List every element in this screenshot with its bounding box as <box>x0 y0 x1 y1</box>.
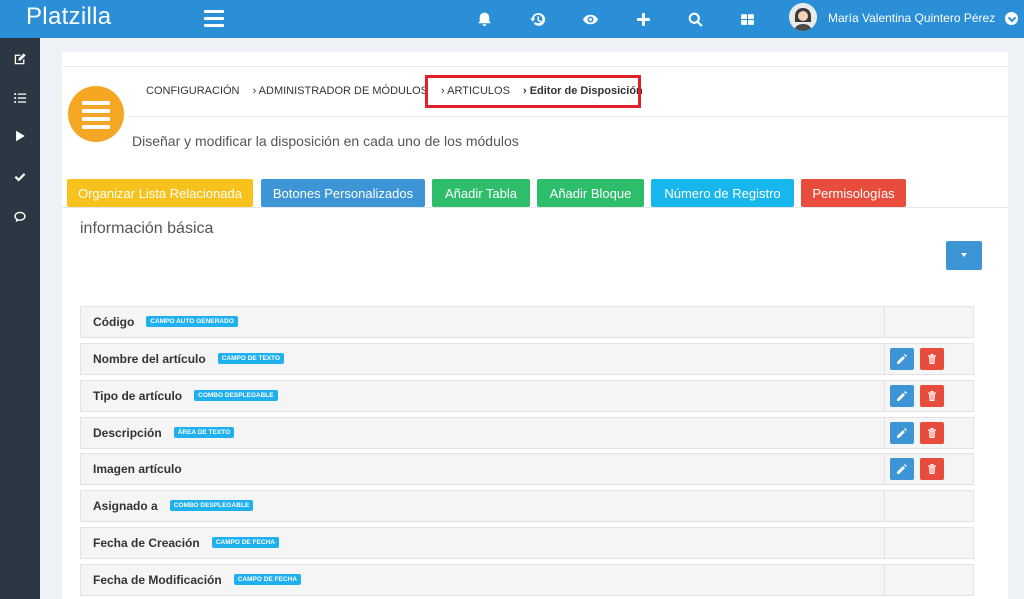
eye-icon[interactable] <box>577 6 603 32</box>
record-number-button[interactable]: Número de Registro <box>651 179 794 207</box>
divider <box>62 66 1008 67</box>
trash-icon <box>928 391 936 401</box>
field-label: Imagen artículo <box>93 462 182 476</box>
field-type-badge: CAMPO DE TEXTO <box>217 353 285 365</box>
delete-field-button[interactable] <box>920 422 944 444</box>
field-row[interactable]: Tipo de artículo COMBO DESPLEGABLE <box>80 380 974 412</box>
field-type-badge: CAMPO DE FECHA <box>211 537 279 549</box>
user-avatar[interactable] <box>789 3 817 31</box>
field-label: Nombre del artículo <box>93 352 206 366</box>
add-block-button[interactable]: Añadir Bloque <box>537 179 644 207</box>
section-dropdown-button[interactable] <box>946 241 982 270</box>
field-type-badge: COMBO DESPLEGABLE <box>194 390 278 402</box>
search-icon[interactable] <box>682 6 708 32</box>
brand-logo[interactable]: Platzilla <box>26 3 111 31</box>
row-actions <box>884 454 973 484</box>
field-row[interactable]: Asignado a COMBO DESPLEGABLE <box>80 490 974 522</box>
trash-icon <box>928 428 936 438</box>
organize-related-list-button[interactable]: Organizar Lista Relacionada <box>67 179 253 207</box>
top-bar: Platzilla María Valentina Quintero Pérez <box>0 0 1024 38</box>
field-label: Tipo de artículo <box>93 389 183 403</box>
field-row[interactable]: Nombre del artículo CAMPO DE TEXTO <box>80 343 974 375</box>
pencil-icon <box>897 428 907 438</box>
pencil-icon <box>897 464 907 474</box>
play-icon[interactable] <box>0 119 40 153</box>
add-table-button[interactable]: Añadir Tabla <box>432 179 530 207</box>
menu-icon[interactable] <box>204 10 224 27</box>
pencil-icon <box>897 391 907 401</box>
list-icon[interactable] <box>0 81 40 115</box>
row-actions <box>884 565 973 595</box>
section-title: información básica <box>80 220 214 237</box>
trash-icon <box>928 464 936 474</box>
row-actions <box>884 491 973 521</box>
page-subtitle: Diseñar y modificar la disposición en ca… <box>132 133 519 149</box>
edit-field-button[interactable] <box>890 348 914 370</box>
module-icon <box>68 86 124 142</box>
field-label: Asignado a <box>93 499 158 513</box>
highlight-box <box>425 75 641 108</box>
field-label: Código <box>93 315 135 329</box>
plus-icon[interactable] <box>630 6 656 32</box>
pencil-icon <box>897 354 907 364</box>
field-label: Descripción <box>93 426 162 440</box>
row-actions <box>884 344 973 374</box>
permissions-button[interactable]: Permisologías <box>801 179 906 207</box>
edit-field-button[interactable] <box>890 458 914 480</box>
user-name[interactable]: María Valentina Quintero Pérez <box>828 11 995 25</box>
delete-field-button[interactable] <box>920 348 944 370</box>
field-type-badge: CAMPO AUTO GENERADO <box>146 316 238 328</box>
field-label: Fecha de Creación <box>93 536 200 550</box>
delete-field-button[interactable] <box>920 458 944 480</box>
delete-field-button[interactable] <box>920 385 944 407</box>
edit-icon[interactable] <box>0 42 40 76</box>
field-label: Fecha de Modificación <box>93 573 222 587</box>
edit-field-button[interactable] <box>890 385 914 407</box>
trash-icon <box>928 354 936 364</box>
history-icon[interactable] <box>524 6 550 32</box>
bell-icon[interactable] <box>471 6 497 32</box>
field-row[interactable]: Imagen artículo <box>80 453 974 485</box>
row-actions <box>884 528 973 558</box>
breadcrumb-administrador[interactable]: › ADMINISTRADOR DE MÓDULOS <box>253 85 428 97</box>
field-type-badge: CAMPO DE FECHA <box>233 574 301 586</box>
divider <box>128 116 1008 117</box>
row-actions <box>884 418 973 448</box>
custom-buttons-button[interactable]: Botones Personalizados <box>261 179 425 207</box>
check-icon[interactable] <box>0 160 40 194</box>
grid-icon[interactable] <box>734 6 760 32</box>
sidebar <box>0 38 40 599</box>
field-row[interactable]: Fecha de Modificación CAMPO DE FECHA <box>80 564 974 596</box>
chevron-down-icon[interactable] <box>1005 12 1018 25</box>
field-row[interactable]: Código CAMPO AUTO GENERADO <box>80 306 974 338</box>
field-row[interactable]: Fecha de Creación CAMPO DE FECHA <box>80 527 974 559</box>
row-actions <box>884 381 973 411</box>
row-actions <box>884 307 973 337</box>
chat-icon[interactable] <box>0 200 40 234</box>
field-row[interactable]: Descripción ÁREA DE TEXTO <box>80 417 974 449</box>
edit-field-button[interactable] <box>890 422 914 444</box>
field-type-badge: ÁREA DE TEXTO <box>173 427 235 439</box>
breadcrumb-configuracion[interactable]: CONFIGURACIÓN <box>146 85 240 97</box>
field-type-badge: COMBO DESPLEGABLE <box>169 500 254 512</box>
